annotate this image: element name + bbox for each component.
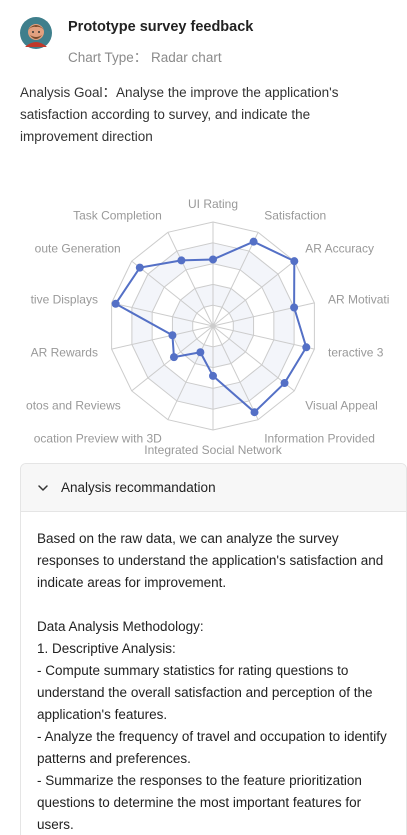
radar-data-point: [290, 303, 299, 312]
radar-data-point: [196, 348, 205, 357]
header: Prototype survey feedback Chart Type： Ra…: [20, 16, 400, 66]
radar-data-point: [209, 371, 217, 380]
radar-indicator-label: AR Rewards: [31, 345, 98, 359]
radar-data-point: [249, 237, 258, 246]
radar-data-point: [168, 331, 177, 340]
recommendation-paragraph: [37, 594, 390, 616]
radar-data-point: [209, 255, 217, 264]
recommendation-paragraph: Based on the raw data, we can analyze th…: [37, 531, 384, 590]
radar-data-point: [280, 379, 289, 388]
radar-data-point: [111, 299, 120, 308]
radar-data-point: [250, 408, 259, 417]
recommendation-paragraph: 1. Descriptive Analysis:: [37, 641, 176, 656]
radar-indicator-label: tive Displays: [31, 293, 98, 307]
recommendation-paragraph: - Compute summary statistics for rating …: [37, 663, 373, 722]
radar-indicator-label: AR Motivati: [328, 293, 389, 307]
recommendation-paragraph: - Analyze the frequency of travel and oc…: [37, 729, 387, 766]
radar-indicator-label: AR Accuracy: [305, 241, 374, 255]
avatar: [20, 17, 52, 49]
radar-indicator-label: oute Generation: [35, 241, 121, 255]
recommendation-toggle[interactable]: Analysis recommandation: [21, 464, 406, 512]
radar-data-point: [135, 263, 144, 272]
radar-indicator-label: ocation Preview with 3D: [34, 431, 162, 445]
recommendation-title: Analysis recommandation: [61, 480, 216, 495]
radar-indicator-label: teractive 3: [328, 345, 384, 359]
analysis-goal: Analysis Goal：Analyse the improve the ap…: [20, 85, 339, 144]
radar-data-point: [290, 257, 299, 266]
radar-indicator-label: UI Rating: [188, 197, 238, 211]
radar-indicator-label: Visual Appeal: [305, 399, 378, 413]
radar-indicator-label: otos and Reviews: [26, 399, 121, 413]
chevron-down-icon: [38, 484, 48, 491]
recommendation-paragraph: - Summarize the responses to the feature…: [37, 773, 362, 832]
radar-data-point: [169, 353, 178, 362]
recommendation-panel: Analysis recommandation Based on the raw…: [20, 463, 407, 835]
radar-chart: UI Rating Satisfaction AR Accuracy AR Motiv…: [26, 197, 389, 457]
radar-indicator-label: Integrated Social Network: [144, 443, 282, 457]
chart-type-label: Chart Type： Radar chart: [68, 50, 222, 65]
recommendation-paragraph: Data Analysis Methodology:: [37, 619, 204, 634]
radar-indicator-label: Satisfaction: [264, 209, 326, 223]
radar-data-point: [177, 256, 186, 265]
radar-data-point: [302, 343, 311, 352]
radar-indicator-label: Task Completion: [73, 209, 162, 223]
recommendation-body: Based on the raw data, we can analyze th…: [21, 512, 406, 835]
page-title: Prototype survey feedback: [68, 19, 254, 35]
